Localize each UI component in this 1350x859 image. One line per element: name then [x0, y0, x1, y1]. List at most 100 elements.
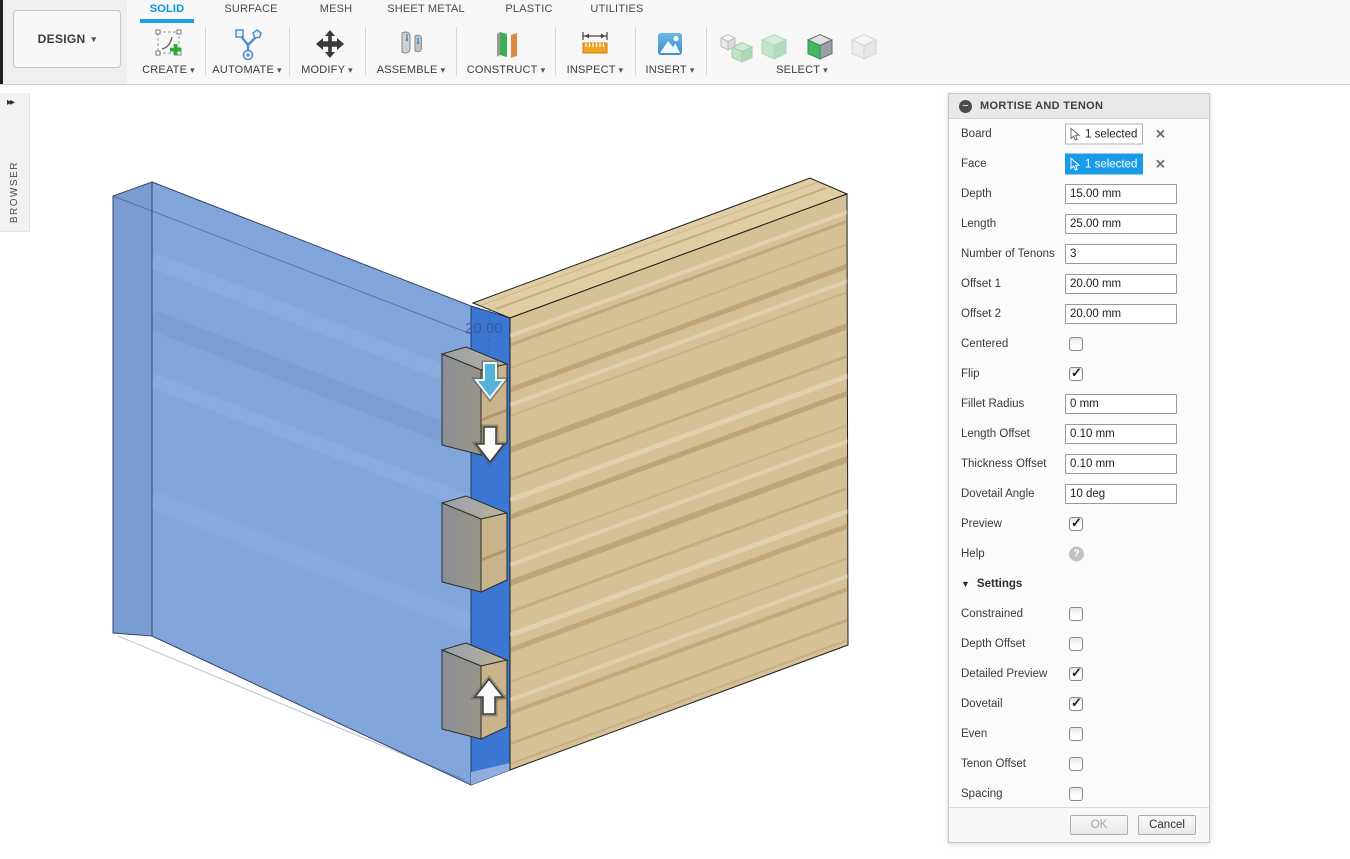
- preview-checkbox[interactable]: ✓: [1069, 517, 1083, 531]
- row-thickness-offset: Thickness Offset: [949, 449, 1209, 479]
- tab-solid[interactable]: SOLID: [140, 3, 194, 20]
- offset-2-input[interactable]: [1065, 304, 1177, 324]
- wooden-board[interactable]: [473, 178, 848, 770]
- settings-section-label: Settings: [977, 578, 1022, 590]
- modify-move-icon: [312, 26, 348, 62]
- face-label: Face: [961, 158, 987, 170]
- flip-label: Flip: [961, 368, 980, 380]
- row-length-offset: Length Offset: [949, 419, 1209, 449]
- browser-panel-label: BROWSER: [9, 161, 20, 223]
- group-inspect[interactable]: INSPECT▾: [556, 24, 634, 80]
- detailed-preview-checkbox[interactable]: ✓: [1069, 667, 1083, 681]
- even-checkbox[interactable]: [1069, 727, 1083, 741]
- select-component-icon: [762, 35, 786, 60]
- preview-label: Preview: [961, 518, 1002, 530]
- spacing-checkbox[interactable]: [1069, 787, 1083, 801]
- help-label: Help: [961, 548, 985, 560]
- collapse-dialog-icon[interactable]: −: [959, 100, 972, 113]
- group-automate[interactable]: AUTOMATE▾: [206, 24, 288, 80]
- tab-mesh[interactable]: MESH: [306, 3, 366, 20]
- thickness-offset-input[interactable]: [1065, 454, 1177, 474]
- group-modify-label: MODIFY▾: [290, 64, 364, 76]
- row-offset-1: Offset 1: [949, 269, 1209, 299]
- flip-checkbox[interactable]: ✓: [1069, 367, 1083, 381]
- design-menu-button[interactable]: DESIGN ▾: [13, 10, 121, 68]
- board-selection-button[interactable]: 1 selected: [1065, 124, 1143, 145]
- construct-plane-icon: [488, 26, 524, 62]
- group-construct-label: CONSTRUCT▾: [457, 64, 555, 76]
- face-selection-button[interactable]: 1 selected: [1065, 154, 1143, 175]
- settings-section-toggle[interactable]: ▼ Settings: [949, 569, 1209, 599]
- group-create[interactable]: CREATE▾: [133, 24, 204, 80]
- design-label: DESIGN: [38, 32, 86, 46]
- browser-panel-collapsed[interactable]: ▸▸ BROWSER: [0, 93, 30, 232]
- board-label: Board: [961, 128, 992, 140]
- group-insert[interactable]: INSERT▾: [636, 24, 704, 80]
- create-sketch-icon: [151, 26, 187, 62]
- clear-face-selection-button[interactable]: ✕: [1155, 156, 1166, 172]
- group-assemble-label: ASSEMBLE▾: [366, 64, 456, 76]
- select-ghost-icon: [852, 35, 876, 60]
- tab-surface[interactable]: SURFACE: [213, 3, 289, 20]
- dovetail-checkbox[interactable]: ✓: [1069, 697, 1083, 711]
- tab-utilities[interactable]: UTILITIES: [586, 3, 648, 20]
- depth-offset-checkbox[interactable]: [1069, 637, 1083, 651]
- group-construct[interactable]: CONSTRUCT▾: [457, 24, 555, 80]
- row-preview: Preview ✓: [949, 509, 1209, 539]
- depth-offset-label: Depth Offset: [961, 638, 1025, 650]
- group-create-label: CREATE▾: [133, 64, 204, 76]
- row-dovetail: Dovetail ✓: [949, 689, 1209, 719]
- detailed-preview-label: Detailed Preview: [961, 668, 1047, 680]
- assemble-joint-icon: [394, 26, 430, 62]
- check-icon: ✓: [1071, 365, 1082, 381]
- tab-plastic[interactable]: PLASTIC: [498, 3, 560, 20]
- cursor-icon: [1070, 127, 1081, 141]
- select-body-icon: [721, 35, 752, 63]
- length-input[interactable]: [1065, 214, 1177, 234]
- fillet-radius-label: Fillet Radius: [961, 398, 1024, 410]
- group-modify[interactable]: MODIFY▾: [290, 24, 364, 80]
- length-offset-label: Length Offset: [961, 428, 1030, 440]
- help-icon[interactable]: ?: [1069, 547, 1084, 562]
- offset-1-input[interactable]: [1065, 274, 1177, 294]
- fusion-window: DESIGN ▾ SOLID SURFACE MESH SHEET METAL …: [0, 0, 1350, 859]
- row-help: Help ?: [949, 539, 1209, 569]
- select-modes-icons: [709, 26, 895, 66]
- thickness-offset-label: Thickness Offset: [961, 458, 1046, 470]
- dialog-header[interactable]: − MORTISE AND TENON: [949, 94, 1209, 119]
- automate-icon: [230, 26, 266, 62]
- check-icon: ✓: [1071, 515, 1082, 531]
- row-face: Face 1 selected ✕: [949, 149, 1209, 179]
- number-of-tenons-label: Number of Tenons: [961, 248, 1055, 260]
- fillet-radius-input[interactable]: [1065, 394, 1177, 414]
- dimension-value[interactable]: 20.00: [465, 320, 503, 337]
- dovetail-angle-input[interactable]: [1065, 484, 1177, 504]
- chevron-down-icon: ▾: [690, 65, 695, 75]
- tenon-preview-2: [442, 496, 507, 592]
- tenon-offset-checkbox[interactable]: [1069, 757, 1083, 771]
- number-of-tenons-input[interactable]: [1065, 244, 1177, 264]
- ok-button[interactable]: OK: [1070, 815, 1128, 835]
- row-length: Length: [949, 209, 1209, 239]
- row-dovetail-angle: Dovetail Angle: [949, 479, 1209, 509]
- group-assemble[interactable]: ASSEMBLE▾: [366, 24, 456, 80]
- expand-browser-icon[interactable]: ▸▸: [7, 97, 13, 108]
- row-constrained: Constrained: [949, 599, 1209, 629]
- clear-board-selection-button[interactable]: ✕: [1155, 126, 1166, 142]
- centered-label: Centered: [961, 338, 1008, 350]
- cancel-button[interactable]: Cancel: [1138, 815, 1196, 835]
- centered-checkbox[interactable]: [1069, 337, 1083, 351]
- chevron-down-icon: ▾: [619, 65, 624, 75]
- chevron-down-icon: ▾: [441, 65, 446, 75]
- constrained-checkbox[interactable]: [1069, 607, 1083, 621]
- triangle-down-icon: ▼: [961, 579, 970, 589]
- length-label: Length: [961, 218, 996, 230]
- dialog-footer: OK Cancel: [949, 807, 1209, 842]
- row-flip: Flip ✓: [949, 359, 1209, 389]
- tab-sheet-metal[interactable]: SHEET METAL: [385, 3, 467, 20]
- group-select[interactable]: SELECT▾: [707, 24, 897, 80]
- length-offset-input[interactable]: [1065, 424, 1177, 444]
- row-offset-2: Offset 2: [949, 299, 1209, 329]
- depth-input[interactable]: [1065, 184, 1177, 204]
- insert-image-icon: [652, 26, 688, 62]
